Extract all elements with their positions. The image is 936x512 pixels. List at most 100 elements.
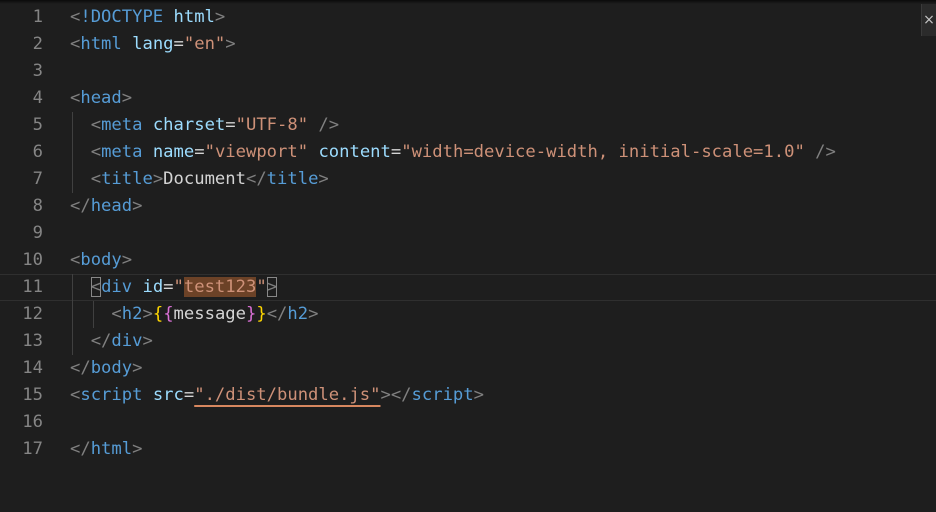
code-token: html [173,7,215,27]
code-editor[interactable]: 1 <!DOCTYPE html> 2 <html lang="en"> 3 4 <head… [0,0,936,512]
code-line[interactable]: 8 </head> [0,193,936,220]
code-token: = [390,142,402,162]
code-line[interactable]: 13 </div> [0,328,936,355]
code-token: > [142,304,153,324]
indent-guide-div [93,301,94,328]
code-line[interactable]: 7 <title>Document</title> [0,166,936,193]
code-token: > [121,250,133,270]
code-token: < [90,169,102,189]
line-number: 14 [22,358,43,378]
code-token: > [266,277,278,297]
code-token: = [183,385,195,405]
code-token: > [132,358,143,378]
code-token: "width=device-width, initial-scale=1.0" [401,142,805,162]
code-token: head [80,88,122,108]
code-line[interactable]: 2 <html lang="en"> [0,31,936,58]
line-code[interactable]: <html lang="en"> [70,31,236,58]
line-code[interactable]: <title>Document</title> [70,166,329,193]
line-code[interactable]: </div> [70,328,153,355]
code-token: </ [245,169,267,189]
code-token: </ [70,358,91,378]
line-number: 17 [22,439,43,459]
line-code[interactable]: </body> [70,355,142,382]
code-line[interactable]: 17 </html> [0,436,936,463]
code-token: > [214,7,226,27]
code-token: </ [70,439,91,459]
code-token: h2 [287,304,309,324]
code-line[interactable]: 3 [0,58,936,85]
code-token: message [173,304,246,324]
line-code[interactable]: <meta charset="UTF-8" /> [70,112,339,139]
code-token: < [90,115,102,135]
code-token: ></ [380,385,412,405]
code-token: /> [318,115,340,135]
line-code[interactable]: </html> [70,436,142,463]
code-token: { [152,304,164,324]
code-line[interactable]: 14 </body> [0,355,936,382]
code-token: meta [101,115,143,135]
code-token: title [266,169,319,189]
code-token: > [473,385,484,405]
line-number: 7 [32,169,43,189]
line-number: 6 [32,142,43,162]
code-token: > [308,304,319,324]
line-number: 11 [22,277,43,297]
code-token: body [80,250,122,270]
line-number: 2 [32,34,43,54]
code-token: < [70,250,81,270]
code-line[interactable]: 1 <!DOCTYPE html> [0,4,936,31]
code-token: > [132,439,143,459]
indent-guide-body [72,274,73,355]
code-token: "en" [183,34,226,54]
code-token: = [173,34,184,54]
code-line[interactable]: 9 [0,220,936,247]
line-code[interactable]: <script src="./dist/bundle.js"></script> [70,382,484,409]
code-token: < [90,142,102,162]
code-token: meta [101,142,143,162]
code-line[interactable]: 11 <div id="test123"> [0,274,936,301]
close-icon[interactable]: × [921,4,936,36]
line-code[interactable]: <head> [70,85,132,112]
line-code[interactable]: <h2>{{message}}</h2> [70,301,318,328]
code-token: { [163,304,174,324]
line-number: 1 [32,7,43,27]
line-code[interactable]: <body> [70,247,132,274]
code-line[interactable]: 15 <script src="./dist/bundle.js"></scrip… [0,382,936,409]
code-token: } [256,304,267,324]
code-token: html [90,439,133,459]
code-token: lang [132,34,174,54]
line-code[interactable]: <div id="test123"> [70,275,278,300]
line-number: 4 [32,88,43,108]
code-line[interactable]: 16 [0,409,936,436]
line-number: 10 [22,250,43,270]
code-token: body [90,358,133,378]
line-code[interactable]: </head> [70,193,142,220]
code-line[interactable]: 12 <h2>{{message}}</h2> [0,301,936,328]
code-line[interactable]: 6 <meta name="viewport" content="width=d… [0,139,936,166]
code-token: src [152,385,184,405]
code-token: = [194,142,205,162]
code-token: > [121,88,133,108]
code-token: < [70,385,81,405]
code-token: Document [163,169,246,189]
code-line[interactable]: 4 <head> [0,85,936,112]
code-token: < [70,7,81,27]
code-token: > [142,331,153,351]
code-token: "./dist/bundle.js" [194,385,381,405]
code-line[interactable]: 10 <body> [0,247,936,274]
line-code[interactable]: <meta name="viewport" content="width=dev… [70,139,836,166]
line-number: 9 [32,223,43,243]
code-token: name [152,142,195,162]
line-code[interactable]: <!DOCTYPE html> [70,4,225,31]
code-line[interactable]: 5 <meta charset="UTF-8" /> [0,112,936,139]
code-token: title [101,169,153,189]
line-number: 13 [22,331,43,351]
code-token: charset [152,115,226,135]
